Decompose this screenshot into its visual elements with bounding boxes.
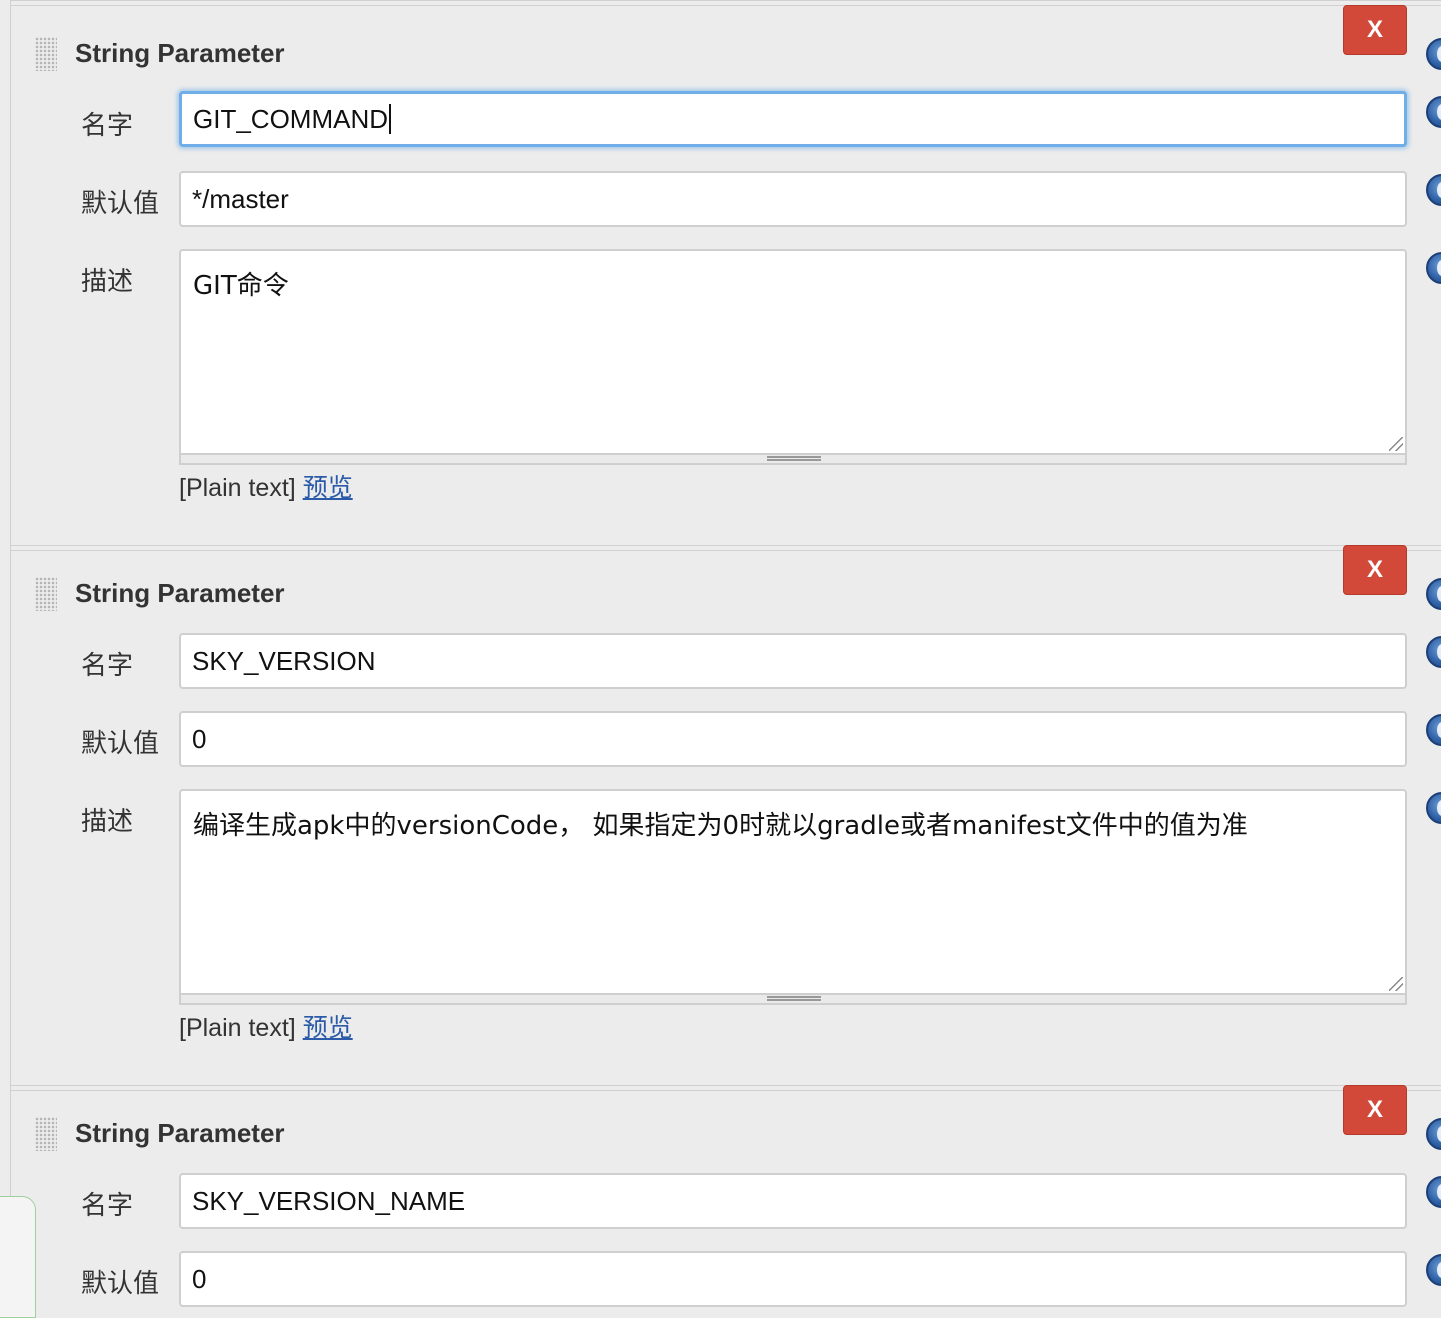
grip-icon <box>767 456 821 461</box>
parameter-block: String Parameter X 名字 GIT_COMMAND 默认值 */… <box>10 0 1441 545</box>
preview-link[interactable]: 预览 <box>303 473 353 502</box>
parameter-block: String Parameter X 名字 SKY_VERSION 默认值 0 … <box>10 545 1441 1085</box>
name-input[interactable]: SKY_VERSION <box>179 633 1407 689</box>
divider <box>11 546 1441 551</box>
grip-icon <box>767 996 821 1001</box>
default-value-label: 默认值 <box>81 729 160 759</box>
delete-button[interactable]: X <box>1343 5 1407 55</box>
divider <box>11 1086 1441 1091</box>
description-label: 描述 <box>81 267 134 297</box>
delete-button[interactable]: X <box>1343 1085 1407 1135</box>
parameter-type-title: String Parameter <box>75 578 285 608</box>
resize-grip-icon[interactable] <box>1389 437 1403 451</box>
default-value-label: 默认值 <box>81 189 160 219</box>
side-panel <box>0 1196 36 1318</box>
divider <box>11 1 1441 6</box>
description-textarea[interactable]: 编译生成apk中的versionCode， 如果指定为0时就以gradle或者m… <box>179 789 1407 995</box>
drag-handle-icon[interactable] <box>35 577 57 611</box>
name-label: 名字 <box>81 1191 134 1221</box>
delete-button[interactable]: X <box>1343 545 1407 595</box>
default-value-input[interactable]: 0 <box>179 1251 1407 1307</box>
description-textarea[interactable]: GIT命令 <box>179 249 1407 455</box>
parameter-type-title: String Parameter <box>75 1118 285 1148</box>
parameter-block: String Parameter X 名字 SKY_VERSION_NAME 默… <box>10 1085 1441 1307</box>
format-hint-text: [Plain text] <box>179 1014 296 1042</box>
default-value-label: 默认值 <box>81 1269 160 1299</box>
description-text: 编译生成apk中的versionCode， 如果指定为0时就以gradle或者m… <box>193 811 1248 841</box>
textarea-resize-bar[interactable] <box>179 995 1407 1005</box>
default-value-input[interactable]: 0 <box>179 711 1407 767</box>
name-label: 名字 <box>81 111 134 141</box>
drag-handle-icon[interactable] <box>35 37 57 71</box>
name-label: 名字 <box>81 651 134 681</box>
name-input[interactable]: SKY_VERSION_NAME <box>179 1173 1407 1229</box>
format-hint-text: [Plain text] <box>179 474 296 502</box>
name-input[interactable]: GIT_COMMAND <box>179 91 1407 147</box>
name-input-value: GIT_COMMAND <box>193 103 388 134</box>
parameter-type-title: String Parameter <box>75 38 285 68</box>
format-hint: [Plain text] 预览 <box>179 468 353 504</box>
format-hint: [Plain text] 预览 <box>179 1008 353 1044</box>
description-label: 描述 <box>81 807 134 837</box>
textarea-resize-bar[interactable] <box>179 455 1407 465</box>
preview-link[interactable]: 预览 <box>303 1013 353 1042</box>
text-cursor <box>389 104 391 134</box>
drag-handle-icon[interactable] <box>35 1117 57 1151</box>
resize-grip-icon[interactable] <box>1389 977 1403 991</box>
default-value-input[interactable]: */master <box>179 171 1407 227</box>
description-text: GIT命令 <box>193 271 289 301</box>
